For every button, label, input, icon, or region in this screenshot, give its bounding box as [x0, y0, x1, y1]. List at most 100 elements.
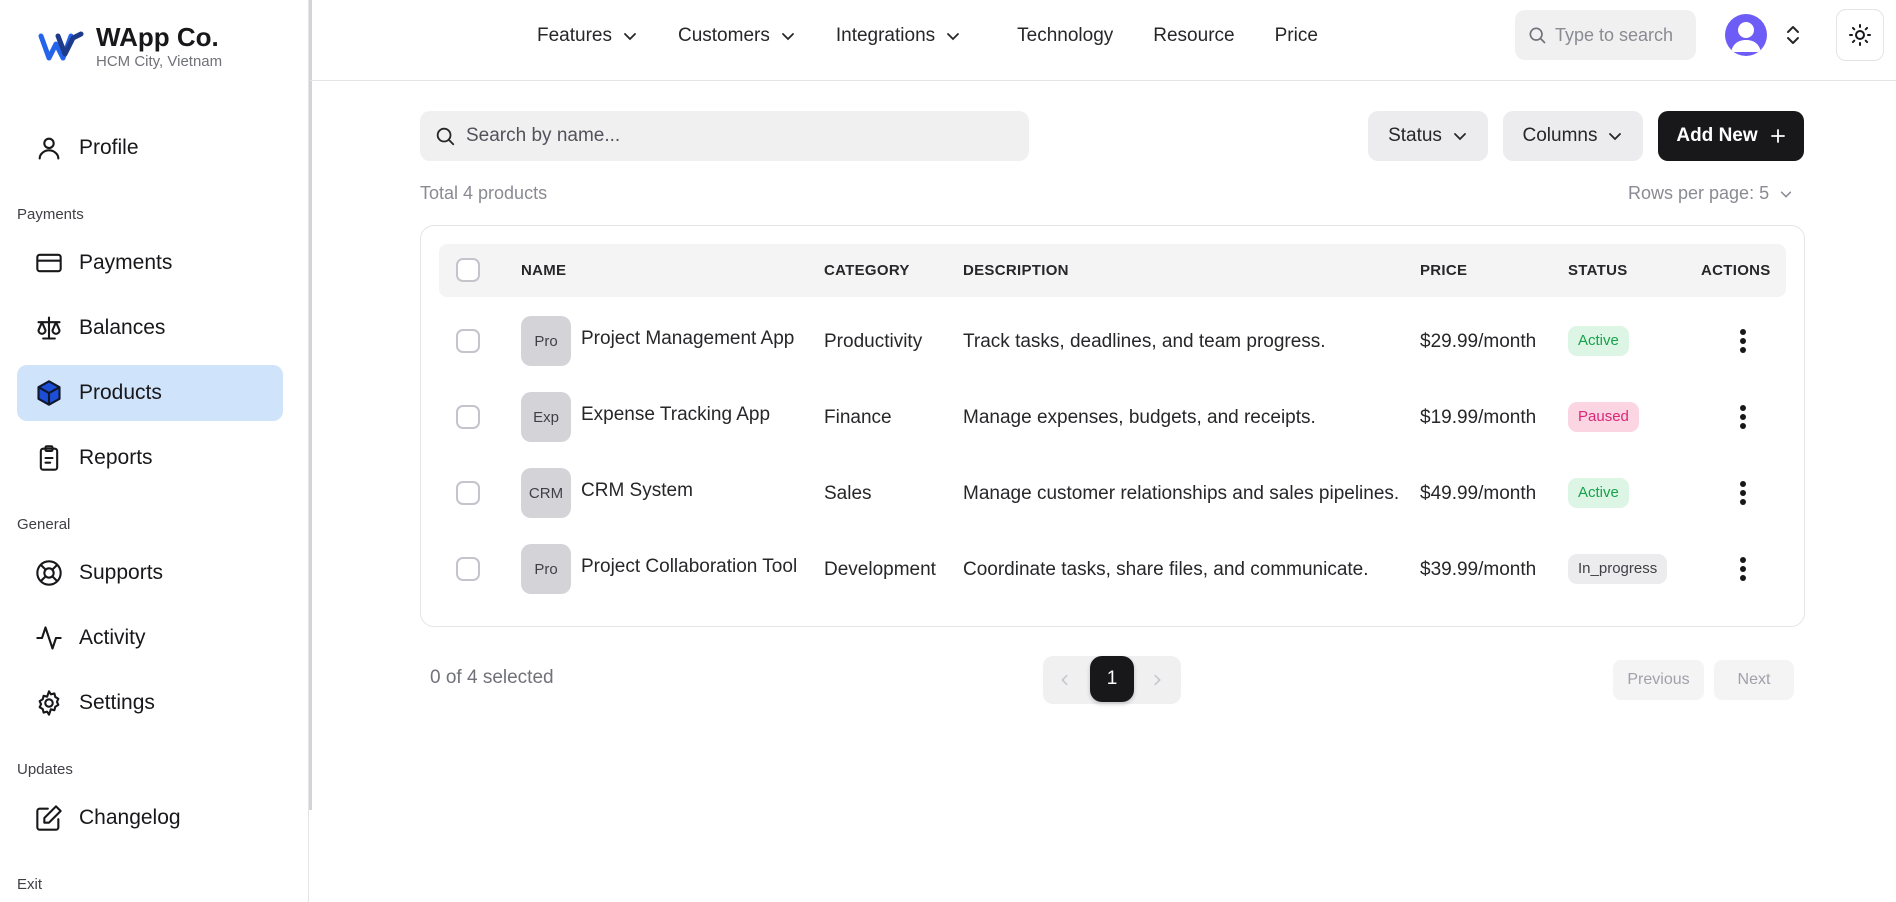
- select-all-checkbox[interactable]: [456, 258, 480, 282]
- table-row[interactable]: CRM CRM System Sales Manage customer rel…: [439, 455, 1786, 531]
- top-search-box[interactable]: [1515, 10, 1696, 60]
- chevron-down-icon: [781, 33, 794, 41]
- chevron-down-icon: [1454, 133, 1466, 141]
- chevron-down-icon: [1780, 190, 1792, 198]
- sidebar-item-profile[interactable]: Profile: [17, 120, 283, 176]
- product-price: $49.99/month: [1420, 483, 1537, 504]
- more-vertical-icon: [1740, 329, 1746, 353]
- activity-icon: [36, 626, 62, 650]
- brand[interactable]: WApp Co. HCM City, Vietnam: [38, 22, 222, 72]
- nav-label: Features: [537, 25, 612, 46]
- sidebar-item-reports[interactable]: Reports: [17, 430, 283, 486]
- row-actions-button[interactable]: [1731, 476, 1755, 510]
- sidebar-item-payments[interactable]: Payments: [17, 235, 283, 291]
- sidebar-item-label: Profile: [79, 136, 139, 159]
- nav-features[interactable]: Features: [537, 25, 638, 47]
- add-new-button[interactable]: Add New: [1658, 111, 1804, 161]
- row-checkbox[interactable]: [456, 481, 480, 505]
- table-row[interactable]: Pro Project Collaboration Tool Developme…: [439, 531, 1786, 607]
- sidebar-item-label: Supports: [79, 561, 164, 584]
- lifebuoy-icon: [36, 560, 62, 586]
- chevron-down-icon: [1609, 133, 1622, 141]
- product-name: Project Management App: [581, 328, 795, 349]
- sidebar-item-activity[interactable]: Activity: [17, 610, 283, 666]
- chevron-down-icon: [624, 33, 636, 41]
- header-name[interactable]: NAME: [521, 244, 566, 297]
- product-thumbnail: Exp: [521, 392, 571, 442]
- sidebar-item-label: Settings: [79, 691, 155, 714]
- brand-location: HCM City, Vietnam: [96, 53, 223, 70]
- row-checkbox[interactable]: [456, 329, 480, 353]
- row-actions-button[interactable]: [1731, 400, 1755, 434]
- page-next-arrow[interactable]: [1147, 670, 1167, 690]
- status-badge: Paused: [1568, 402, 1639, 432]
- top-search-input[interactable]: [1555, 24, 1685, 46]
- sidebar-item-products[interactable]: Products: [17, 365, 283, 421]
- nav-resource[interactable]: Resource: [1153, 25, 1234, 47]
- header-category[interactable]: CATEGORY: [824, 244, 910, 297]
- header-description[interactable]: DESCRIPTION: [963, 244, 1069, 297]
- header-price[interactable]: PRICE: [1420, 244, 1467, 297]
- scale-icon: [37, 316, 61, 340]
- search-icon: [436, 127, 455, 146]
- product-name: Expense Tracking App: [581, 404, 771, 425]
- sidebar: WApp Co. HCM City, Vietnam Profile Payme…: [0, 0, 309, 902]
- sidebar-item-balances[interactable]: Balances: [17, 300, 283, 356]
- previous-button[interactable]: Previous: [1613, 660, 1704, 700]
- table-row[interactable]: Pro Project Management App Productivity …: [439, 303, 1786, 379]
- nav-integrations[interactable]: Integrations: [836, 25, 961, 47]
- selection-count: 0 of 4 selected: [430, 667, 554, 688]
- nav-customers[interactable]: Customers: [678, 25, 796, 47]
- box-icon: [37, 380, 61, 406]
- sidebar-item-changelog[interactable]: Changelog: [17, 790, 283, 846]
- row-actions-button[interactable]: [1731, 324, 1755, 358]
- rows-per-page-select[interactable]: Rows per page: 5: [1628, 183, 1793, 204]
- gear-icon: [38, 690, 60, 716]
- product-thumbnail: Pro: [521, 316, 571, 366]
- nav-label: Resource: [1153, 25, 1235, 46]
- pagination: 1: [1043, 656, 1181, 704]
- total-products-text: Total 4 products: [420, 183, 548, 203]
- status-badge: Active: [1568, 326, 1629, 356]
- header-status[interactable]: STATUS: [1568, 244, 1628, 297]
- products-table: NAME CATEGORY DESCRIPTION PRICE STATUS A…: [420, 225, 1805, 627]
- table-row[interactable]: Exp Expense Tracking App Finance Manage …: [439, 379, 1786, 455]
- chevrons-up-down-icon[interactable]: [1784, 24, 1802, 46]
- row-actions-button[interactable]: [1731, 552, 1755, 586]
- next-button[interactable]: Next: [1714, 660, 1794, 700]
- rows-per-page-label: Rows per page: 5: [1628, 183, 1770, 203]
- row-checkbox[interactable]: [456, 405, 480, 429]
- product-name: Project Collaboration Tool: [581, 556, 798, 577]
- sidebar-item-supports[interactable]: Supports: [17, 545, 283, 601]
- nav-label: Price: [1274, 25, 1318, 46]
- status-filter-label: Status: [1388, 125, 1442, 146]
- top-navigation: Features Customers Integrations Technolo…: [310, 0, 1896, 81]
- columns-label: Columns: [1522, 125, 1598, 146]
- page-prev-arrow[interactable]: [1055, 670, 1075, 690]
- nav-price[interactable]: Price: [1275, 25, 1318, 47]
- status-badge: Active: [1568, 478, 1629, 508]
- sidebar-scrollbar[interactable]: [309, 0, 312, 810]
- page-button-current[interactable]: 1: [1090, 656, 1134, 702]
- more-vertical-icon: [1740, 557, 1746, 581]
- theme-toggle-button[interactable]: [1836, 9, 1884, 61]
- product-description: Manage customer relationships and sales …: [963, 483, 1400, 504]
- sun-icon: [1849, 24, 1871, 46]
- sidebar-item-label: Payments: [79, 251, 173, 274]
- plus-icon: [1770, 129, 1785, 143]
- product-search-input[interactable]: [466, 125, 1026, 147]
- nav-label: Integrations: [835, 25, 936, 46]
- product-price: $19.99/month: [1420, 407, 1537, 428]
- status-filter-button[interactable]: Status: [1368, 111, 1488, 161]
- section-payments: Payments: [17, 206, 84, 223]
- columns-button[interactable]: Columns: [1503, 111, 1643, 161]
- row-checkbox[interactable]: [456, 557, 480, 581]
- sidebar-item-settings[interactable]: Settings: [17, 675, 283, 731]
- product-thumbnail: Pro: [521, 544, 571, 594]
- user-icon: [38, 137, 60, 160]
- avatar[interactable]: [1725, 14, 1767, 56]
- nav-label: Technology: [1017, 25, 1114, 46]
- product-search-box[interactable]: [420, 111, 1029, 161]
- product-category: Finance: [824, 407, 892, 428]
- nav-technology[interactable]: Technology: [1017, 25, 1113, 47]
